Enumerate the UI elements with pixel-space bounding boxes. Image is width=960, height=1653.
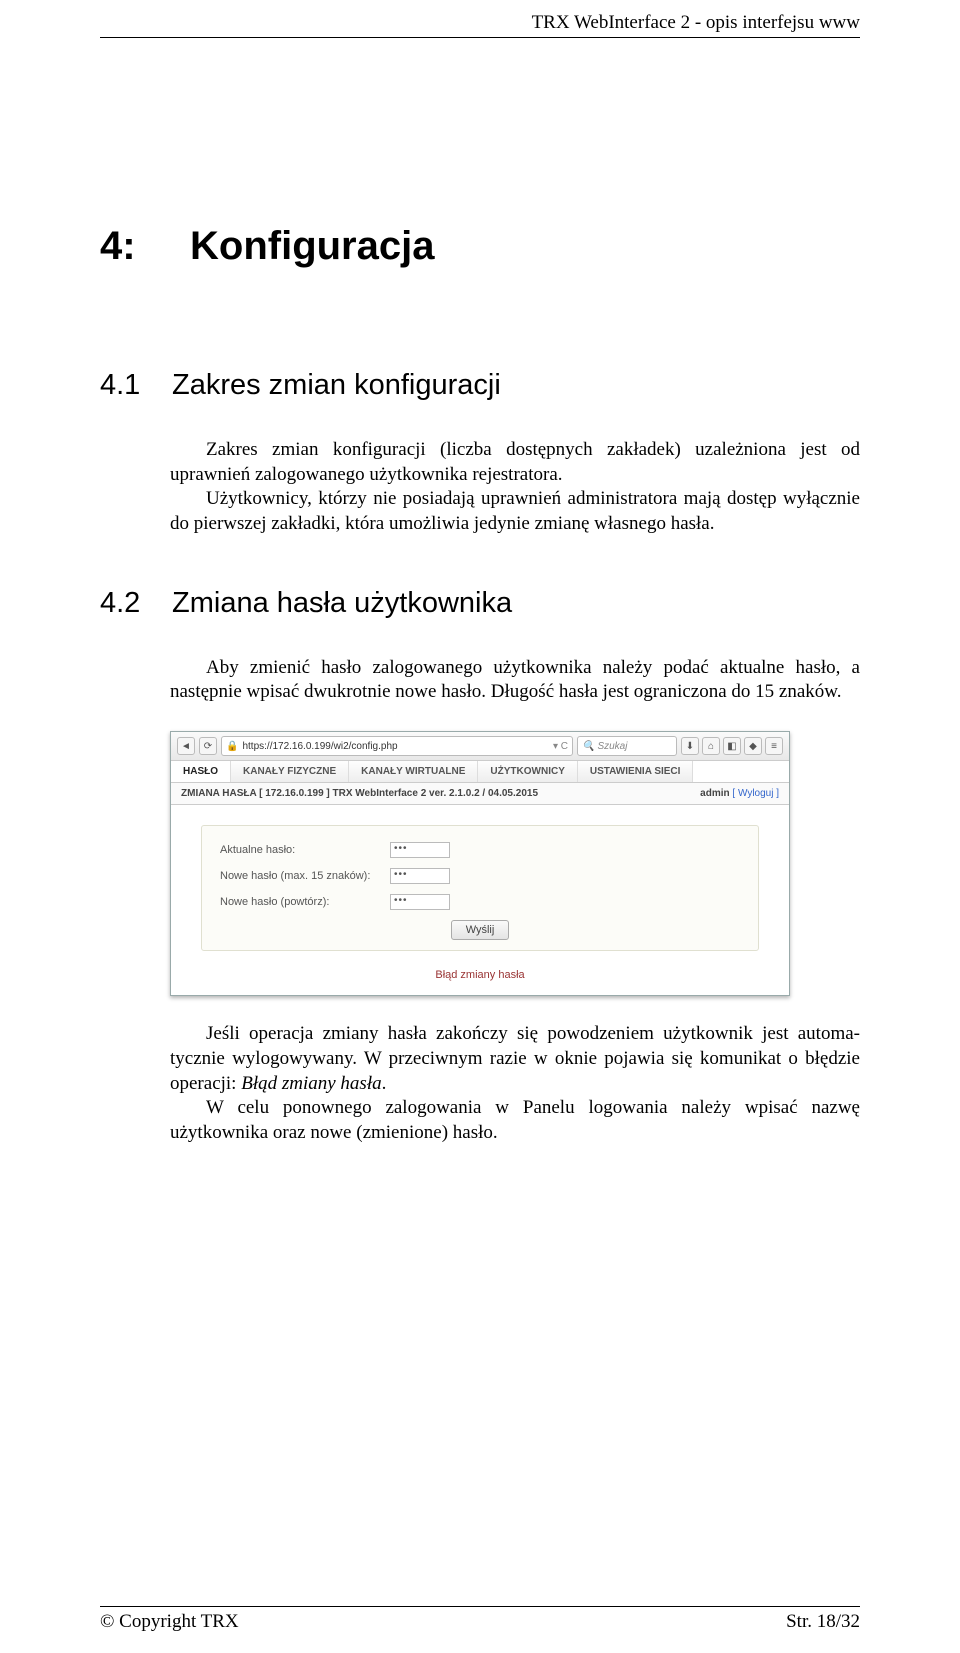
heading-chapter-title: Konfiguracja bbox=[190, 224, 434, 268]
search-icon: 🔍 bbox=[582, 741, 594, 752]
current-password-input[interactable]: ••• bbox=[390, 842, 450, 858]
tab-haslo[interactable]: HASŁO bbox=[171, 761, 231, 782]
password-form-panel: Aktualne hasło: ••• Nowe hasło (max. 15 … bbox=[201, 825, 759, 951]
current-password-label: Aktualne hasło: bbox=[220, 844, 390, 856]
paragraph-42-3: W celu ponownego zalogowania w Panelu lo… bbox=[170, 1096, 860, 1145]
heading-chapter-num: 4: bbox=[100, 224, 190, 269]
page-number: Str. 18/32 bbox=[786, 1611, 860, 1633]
reload-button[interactable]: ⟳ bbox=[199, 737, 217, 755]
lock-icon: 🔒 bbox=[226, 741, 238, 752]
repeat-password-input[interactable]: ••• bbox=[390, 894, 450, 910]
subheader-left: ZMIANA HASŁA [ 172.16.0.199 ] TRX WebInt… bbox=[181, 788, 538, 799]
home-icon[interactable]: ⌂ bbox=[702, 737, 720, 755]
tab-uzytkownicy[interactable]: UŻYTKOWNICY bbox=[478, 761, 577, 782]
heading-42-title: Zmiana hasła użytkownika bbox=[172, 587, 512, 619]
footer-rule bbox=[100, 1606, 860, 1607]
heading-42-num: 4.2 bbox=[100, 587, 172, 620]
url-text: https://172.16.0.199/wi2/config.php bbox=[242, 741, 397, 752]
logout-link[interactable]: [ Wyloguj ] bbox=[732, 788, 779, 799]
tab-ustawienia-sieci[interactable]: USTAWIENIA SIECI bbox=[578, 761, 694, 782]
bookmark-icon[interactable]: ◧ bbox=[723, 737, 741, 755]
addon-icon[interactable]: ◆ bbox=[744, 737, 762, 755]
page-header: TRX WebInterface 2 - opis interfejsu www bbox=[100, 0, 860, 44]
search-placeholder: Szukaj bbox=[597, 741, 627, 752]
submit-button[interactable]: Wyślij bbox=[451, 920, 510, 940]
url-bar[interactable]: 🔒 https://172.16.0.199/wi2/config.php ▾ … bbox=[221, 736, 573, 756]
app-tabs: HASŁO KANAŁY FIZYCZNE KANAŁY WIRTUALNE U… bbox=[171, 761, 789, 783]
browser-search[interactable]: 🔍 Szukaj bbox=[577, 736, 677, 756]
browser-toolbar: ◄ ⟳ 🔒 https://172.16.0.199/wi2/config.ph… bbox=[171, 732, 789, 761]
tab-kanaly-wirtualne[interactable]: KANAŁY WIRTUALNE bbox=[349, 761, 478, 782]
repeat-password-label: Nowe hasło (powtórz): bbox=[220, 896, 390, 908]
embedded-screenshot: ◄ ⟳ 🔒 https://172.16.0.199/wi2/config.ph… bbox=[170, 731, 790, 996]
paragraph-41-1: Zakres zmian konfiguracji (liczba dostęp… bbox=[170, 438, 860, 487]
heading-chapter: 4:Konfiguracja bbox=[100, 224, 860, 269]
header-title: TRX WebInterface 2 - opis interfejsu www bbox=[532, 12, 860, 33]
copyright: © Copyright TRX bbox=[100, 1611, 239, 1633]
header-rule bbox=[100, 37, 860, 38]
heading-section-41: 4.1Zakres zmian konfiguracji bbox=[100, 369, 860, 402]
heading-41-title: Zakres zmian konfiguracji bbox=[172, 369, 501, 401]
menu-icon[interactable]: ≡ bbox=[765, 737, 783, 755]
heading-section-42: 4.2Zmiana hasła użytkownika bbox=[100, 587, 860, 620]
downloads-icon[interactable]: ⬇ bbox=[681, 737, 699, 755]
error-message: Błąd zmiany hasła bbox=[171, 959, 789, 995]
paragraph-41-2: Użytkownicy, którzy nie posiadają uprawn… bbox=[170, 487, 860, 536]
heading-41-num: 4.1 bbox=[100, 369, 172, 402]
new-password-label: Nowe hasło (max. 15 znaków): bbox=[220, 870, 390, 882]
tab-kanaly-fizyczne[interactable]: KANAŁY FIZYCZNE bbox=[231, 761, 349, 782]
back-button[interactable]: ◄ bbox=[177, 737, 195, 755]
new-password-input[interactable]: ••• bbox=[390, 868, 450, 884]
app-subheader: ZMIANA HASŁA [ 172.16.0.199 ] TRX WebInt… bbox=[171, 783, 789, 805]
paragraph-42-1: Aby zmienić hasło zalogowanego użytkowni… bbox=[170, 656, 860, 705]
password-form-area: Aktualne hasło: ••• Nowe hasło (max. 15 … bbox=[171, 805, 789, 959]
paragraph-42-2: Jeśli operacja zmiany hasła zakończy się… bbox=[170, 1022, 860, 1096]
page-footer: © Copyright TRX Str. 18/32 bbox=[100, 1606, 860, 1633]
subheader-user: admin bbox=[700, 788, 729, 799]
